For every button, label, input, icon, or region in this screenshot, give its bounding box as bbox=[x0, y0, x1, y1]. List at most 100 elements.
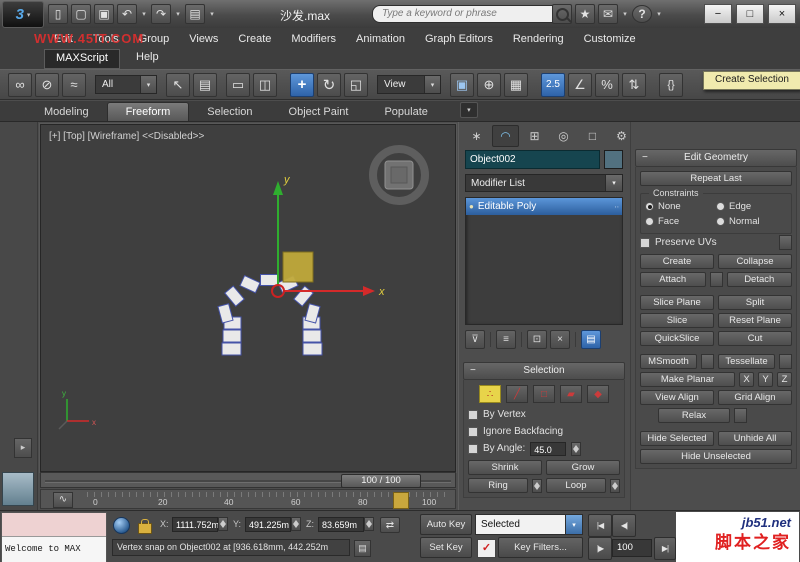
object-name-field[interactable]: Object002 bbox=[465, 150, 600, 169]
snap-toggle-icon[interactable]: 2.5 bbox=[541, 72, 565, 97]
quickslice-button[interactable]: QuickSlice bbox=[640, 331, 714, 346]
make-planar-button[interactable]: Make Planar bbox=[640, 372, 735, 387]
go-to-start-icon[interactable]: |◀ bbox=[588, 514, 612, 537]
ring-button[interactable]: Ring bbox=[468, 478, 528, 493]
slice-button[interactable]: Slice bbox=[640, 313, 714, 328]
offset-mode-icon[interactable]: ⇄ bbox=[380, 517, 400, 533]
ribbon-tab-freeform[interactable]: Freeform bbox=[106, 102, 190, 121]
repeat-last-button[interactable]: Repeat Last bbox=[640, 171, 792, 186]
time-slider-handle[interactable]: 100 / 100 bbox=[341, 474, 421, 488]
workspace-icon[interactable]: ▤ bbox=[185, 4, 205, 24]
object-color-swatch[interactable] bbox=[604, 150, 623, 169]
grow-button[interactable]: Grow bbox=[546, 460, 620, 475]
grid-align-button[interactable]: Grid Align bbox=[718, 390, 792, 405]
create-button[interactable]: Create bbox=[640, 254, 714, 269]
ribbon-tab-modeling[interactable]: Modeling bbox=[26, 103, 107, 121]
use-center-icon[interactable]: ▣ bbox=[450, 72, 474, 97]
menu-rendering[interactable]: Rendering bbox=[503, 33, 574, 45]
pin-stack-icon[interactable]: ⊽ bbox=[465, 330, 485, 349]
ribbon-tab-selection[interactable]: Selection bbox=[189, 103, 270, 121]
hide-unselected-button[interactable]: Hide Unselected bbox=[640, 449, 792, 464]
constraint-normal-radio[interactable] bbox=[716, 217, 725, 226]
listener-input-field[interactable]: Welcome to MAX bbox=[2, 537, 106, 562]
help-icon[interactable]: ? bbox=[632, 5, 652, 23]
redo-icon[interactable]: ↷ bbox=[151, 4, 171, 24]
viewport-layout-arrow-icon[interactable]: ▸ bbox=[14, 438, 32, 458]
constraint-face-radio[interactable] bbox=[645, 217, 654, 226]
by-angle-value-field[interactable]: 45.0 bbox=[530, 441, 567, 456]
by-angle-spinner[interactable] bbox=[571, 441, 582, 456]
ignore-backfacing-checkbox[interactable] bbox=[468, 426, 478, 437]
view-align-button[interactable]: View Align bbox=[640, 390, 714, 405]
selected-face-gizmo[interactable] bbox=[282, 251, 314, 283]
border-mode-icon[interactable]: □ bbox=[533, 385, 555, 403]
menu-modifiers[interactable]: Modifiers bbox=[281, 33, 346, 45]
auto-key-button[interactable]: Auto Key bbox=[420, 514, 472, 535]
by-angle-checkbox[interactable] bbox=[468, 443, 478, 454]
workspace-caret-icon[interactable]: ▾ bbox=[208, 10, 216, 18]
make-unique-icon[interactable]: ⊡ bbox=[527, 330, 547, 349]
tab-utilities-icon[interactable]: ⚙ bbox=[608, 125, 635, 147]
communication-icon[interactable]: ✉ bbox=[598, 4, 618, 24]
track-bar[interactable]: ∿ 0 20 40 60 80 100 bbox=[40, 489, 456, 509]
select-and-scale-icon[interactable]: ◱ bbox=[344, 72, 368, 97]
attach-button[interactable]: Attach bbox=[640, 272, 706, 287]
coord-z-spinner[interactable] bbox=[364, 517, 374, 531]
time-slider[interactable]: 100 / 100 bbox=[40, 472, 456, 488]
modifier-list-dropdown[interactable]: Modifier List ▾ bbox=[465, 174, 623, 192]
spinner-snap-icon[interactable]: ⇅ bbox=[622, 72, 646, 97]
planar-y-button[interactable]: Y bbox=[758, 372, 773, 387]
preserve-uvs-settings-button[interactable] bbox=[779, 235, 792, 250]
mini-curve-editor-icon[interactable]: ∿ bbox=[53, 492, 73, 508]
current-frame-marker[interactable] bbox=[393, 492, 409, 509]
planar-x-button[interactable]: X bbox=[739, 372, 754, 387]
attach-list-button[interactable] bbox=[709, 272, 723, 287]
loop-spinner[interactable] bbox=[610, 478, 620, 493]
arch-object[interactable] bbox=[217, 274, 323, 356]
stack-item-editable-poly[interactable]: ● Editable Poly ∙∙ bbox=[466, 198, 622, 215]
hide-selected-button[interactable]: Hide Selected bbox=[640, 431, 714, 446]
angle-snap-icon[interactable]: ∠ bbox=[568, 72, 592, 97]
keyboard-override-icon[interactable]: ▦ bbox=[504, 72, 528, 97]
menu-views[interactable]: Views bbox=[179, 33, 228, 45]
menu-graph-editors[interactable]: Graph Editors bbox=[415, 33, 503, 45]
ribbon-tab-object-paint[interactable]: Object Paint bbox=[271, 103, 367, 121]
tab-create-icon[interactable]: ∗ bbox=[463, 125, 490, 147]
coord-y-field[interactable]: 491.225m bbox=[245, 517, 291, 532]
edge-mode-icon[interactable]: ╱ bbox=[506, 385, 528, 403]
tab-modify-icon[interactable]: ◠ bbox=[492, 125, 519, 147]
constraint-edge-radio[interactable] bbox=[716, 202, 725, 211]
key-filter-dropdown[interactable]: Selected ▾ bbox=[475, 514, 583, 535]
menu-create[interactable]: Create bbox=[228, 33, 281, 45]
viewport-top[interactable]: [+] [Top] [Wireframe] <<Disabled>> y x y… bbox=[39, 123, 457, 473]
vertex-mode-icon[interactable]: ∴ bbox=[479, 385, 501, 403]
menu-help[interactable]: Help bbox=[136, 51, 159, 63]
prompt-note-icon[interactable]: ▤ bbox=[354, 540, 371, 557]
undo-icon[interactable]: ↶ bbox=[117, 4, 137, 24]
key-filters-button[interactable]: Key Filters... bbox=[498, 537, 583, 558]
tessellate-settings-button[interactable] bbox=[779, 354, 792, 369]
relax-settings-button[interactable] bbox=[734, 408, 747, 423]
loop-button[interactable]: Loop bbox=[546, 478, 606, 493]
by-vertex-checkbox[interactable] bbox=[468, 409, 478, 420]
select-and-link-icon[interactable]: ∞ bbox=[8, 72, 32, 97]
select-by-name-icon[interactable]: ▤ bbox=[193, 72, 217, 97]
unlink-selection-icon[interactable]: ⊘ bbox=[35, 72, 59, 97]
bind-to-spacewarp-icon[interactable]: ≈ bbox=[62, 72, 86, 97]
rectangular-region-icon[interactable]: ▭ bbox=[226, 72, 250, 97]
viewport-label[interactable]: [+] [Top] [Wireframe] <<Disabled>> bbox=[49, 131, 204, 142]
favorites-star-icon[interactable]: ★ bbox=[575, 4, 595, 24]
go-to-end-icon[interactable]: ▶| bbox=[654, 537, 676, 560]
ribbon-tab-populate[interactable]: Populate bbox=[366, 103, 445, 121]
percent-snap-icon[interactable]: % bbox=[595, 72, 619, 97]
polygon-mode-icon[interactable]: ▰ bbox=[560, 385, 582, 403]
undo-caret-icon[interactable]: ▾ bbox=[140, 10, 148, 18]
slice-plane-button[interactable]: Slice Plane bbox=[640, 295, 714, 310]
reset-plane-button[interactable]: Reset Plane bbox=[718, 313, 792, 328]
close-icon[interactable]: × bbox=[768, 4, 796, 24]
modifier-stack[interactable]: ● Editable Poly ∙∙ bbox=[465, 197, 623, 325]
viewcube[interactable] bbox=[369, 145, 429, 205]
coord-y-spinner[interactable] bbox=[291, 517, 301, 531]
show-end-result-icon[interactable]: ≡ bbox=[496, 330, 516, 349]
coord-x-spinner[interactable] bbox=[218, 517, 228, 531]
